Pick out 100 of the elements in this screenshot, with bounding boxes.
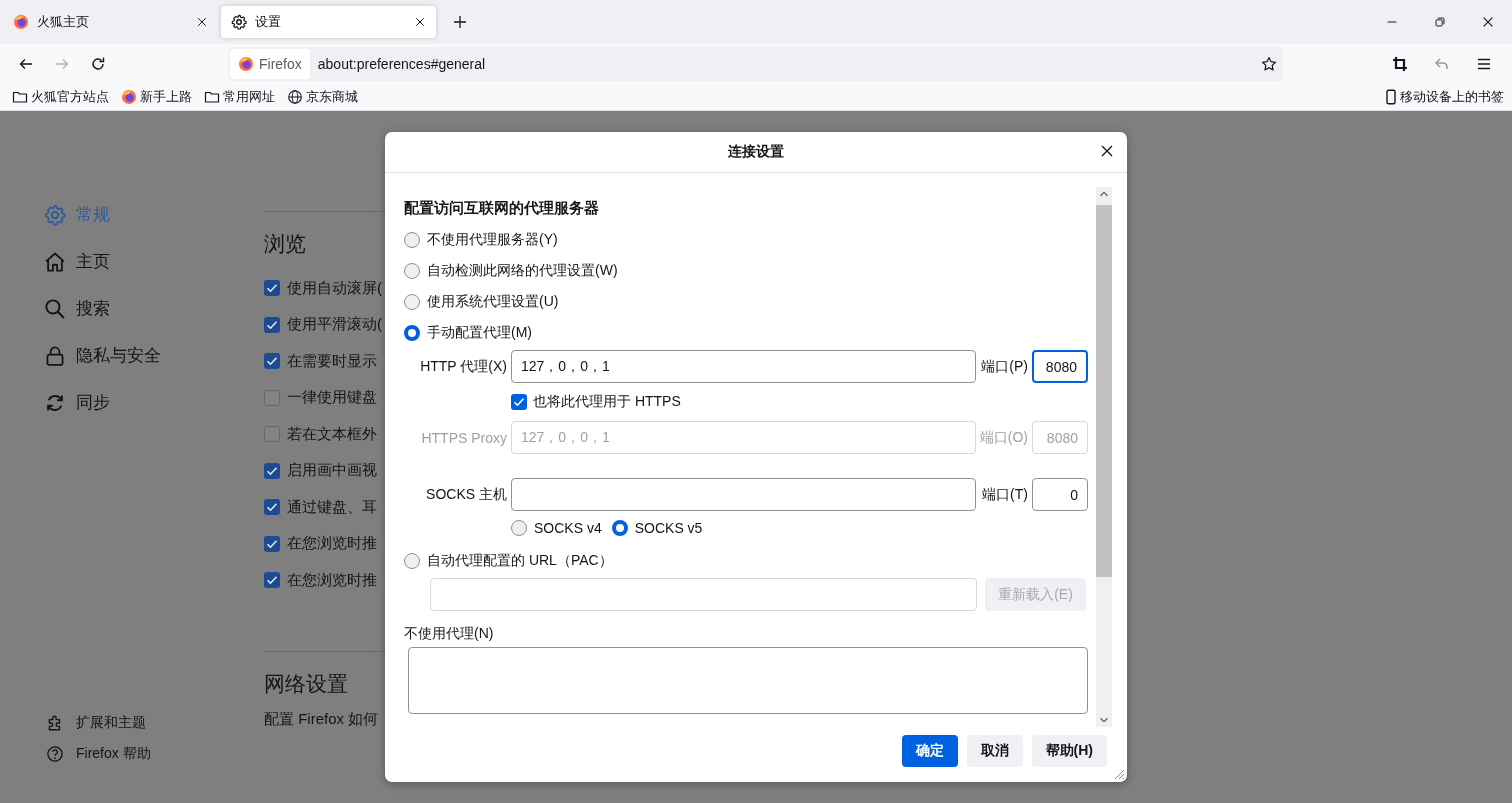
firefox-logo-icon xyxy=(121,89,137,105)
settings-icon xyxy=(44,203,66,226)
browser-tab[interactable]: 设置 xyxy=(221,6,436,38)
search-icon xyxy=(44,297,66,320)
close-icon[interactable] xyxy=(414,16,426,28)
bookmark-item[interactable]: 新手上路 xyxy=(121,88,192,106)
checkbox[interactable] xyxy=(264,353,280,370)
port-field: 8080 xyxy=(1032,421,1088,454)
sidebar-link[interactable]: 扩展和主题 xyxy=(44,714,264,732)
back-arrow-icon xyxy=(18,56,34,72)
browser-tab[interactable]: 火狐主页 xyxy=(3,6,218,38)
port-field[interactable]: 0 xyxy=(1032,478,1088,511)
plus-icon xyxy=(452,14,468,30)
radio-button[interactable] xyxy=(611,520,628,536)
option-label: 使用平滑滚动( xyxy=(287,315,382,335)
bookmark-item[interactable]: 京东商城 xyxy=(287,88,358,106)
folder-icon xyxy=(12,89,28,105)
checkbox[interactable] xyxy=(264,426,280,443)
close-icon[interactable] xyxy=(196,16,208,28)
lock-icon xyxy=(44,344,66,367)
dialog-title: 连接设置 xyxy=(728,143,784,161)
settings-icon xyxy=(231,14,247,30)
checkbox[interactable] xyxy=(264,572,280,589)
radio-button[interactable] xyxy=(404,552,420,569)
option-label: 在需要时显示 xyxy=(287,351,377,371)
star-icon[interactable] xyxy=(1261,56,1277,72)
radio-button[interactable] xyxy=(404,324,420,341)
scrollbar[interactable] xyxy=(1096,187,1112,727)
menu-icon xyxy=(1476,56,1492,72)
section-heading: 网络设置 xyxy=(264,670,348,697)
help-icon xyxy=(46,745,64,763)
text-area[interactable] xyxy=(408,647,1088,714)
section-heading: 浏览 xyxy=(264,231,306,257)
home-icon xyxy=(44,250,66,273)
field-label: 端口(O) xyxy=(979,428,1028,447)
close-icon xyxy=(1099,143,1115,159)
checkbox-label: 也将此代理用于 HTTPS xyxy=(533,393,681,411)
field-label: HTTP 代理(X) xyxy=(419,357,507,376)
field-label: HTTPS Proxy xyxy=(420,429,507,446)
option-label: 启用画中画视 xyxy=(287,461,377,481)
close-button[interactable] xyxy=(1099,143,1115,159)
section-description: 配置 Firefox 如何 xyxy=(264,709,379,729)
sidebar-link[interactable]: Firefox 帮助 xyxy=(44,745,264,763)
url-text: about:preferences#general xyxy=(317,56,487,72)
address-bar[interactable]: Firefox about:preferences#general xyxy=(228,47,1283,81)
firefox-logo-icon xyxy=(238,56,254,72)
bookmark-item[interactable]: 火狐官方站点 xyxy=(12,88,109,106)
globe-icon xyxy=(287,89,303,105)
field-label: 不使用代理(N) xyxy=(404,625,495,643)
reload-button: 重新载入(E) xyxy=(985,578,1086,611)
field-label: SOCKS 主机 xyxy=(425,485,507,504)
sidebar-item[interactable]: 搜索 xyxy=(44,285,264,332)
checkbox[interactable] xyxy=(264,535,280,552)
identity-box[interactable]: Firefox xyxy=(230,49,310,79)
dialog-button[interactable]: 取消 xyxy=(966,735,1023,767)
input-field: 127，0，0，1 xyxy=(511,421,976,454)
radio-button[interactable] xyxy=(404,231,420,248)
checkbox[interactable] xyxy=(511,394,527,410)
radio-button[interactable] xyxy=(511,520,527,536)
option-label: 一律使用键盘 xyxy=(287,388,377,408)
radio-label: 使用系统代理设置(U) xyxy=(427,292,559,311)
option-label: 在您浏览时推 xyxy=(287,570,377,590)
bookmark-item[interactable]: 常用网址 xyxy=(204,88,275,106)
radio-button[interactable] xyxy=(404,262,420,279)
checkbox[interactable] xyxy=(264,280,280,297)
close-icon xyxy=(1481,15,1495,29)
undo-arrow-icon xyxy=(1434,56,1450,72)
sidebar-item[interactable]: 同步 xyxy=(44,379,264,426)
field-label: 端口(P) xyxy=(980,357,1028,376)
dialog-button[interactable]: 确定 xyxy=(901,735,958,767)
option-label: 通过键盘、耳 xyxy=(287,497,377,517)
checkbox[interactable] xyxy=(264,316,280,333)
radio-label: SOCKS v5 xyxy=(634,520,703,536)
sidebar-item[interactable]: 隐私与安全 xyxy=(44,332,264,379)
option-label: 使用自动滚屏( xyxy=(287,278,382,298)
radio-label: 自动代理配置的 URL（PAC） xyxy=(427,551,613,570)
radio-label: 手动配置代理(M) xyxy=(427,323,532,342)
checkbox[interactable] xyxy=(264,462,280,479)
input-field[interactable]: 127，0，0，1 xyxy=(511,350,976,383)
option-label: 在您浏览时推 xyxy=(287,534,377,554)
forward-arrow-icon xyxy=(54,56,70,72)
phone-icon xyxy=(1383,89,1399,105)
identity-label: Firefox xyxy=(259,56,302,72)
option-label: 若在文本框外 xyxy=(287,424,377,444)
firefox-logo-icon xyxy=(13,14,29,30)
mobile-bookmarks-item[interactable]: 移动设备上的书签 xyxy=(1383,88,1504,106)
field-label: 端口(T) xyxy=(981,485,1028,504)
radio-label: 不使用代理服务器(Y) xyxy=(427,230,558,249)
restore-icon xyxy=(1433,15,1447,29)
port-field[interactable]: 8080 xyxy=(1032,350,1088,383)
checkbox[interactable] xyxy=(264,389,280,406)
input-field[interactable] xyxy=(511,478,976,511)
sidebar-item[interactable]: 主页 xyxy=(44,238,264,285)
reload-icon xyxy=(90,56,106,72)
crop-icon xyxy=(1392,56,1408,72)
radio-label: SOCKS v4 xyxy=(534,520,602,536)
checkbox[interactable] xyxy=(264,499,280,516)
radio-button[interactable] xyxy=(404,293,420,310)
radio-label: 自动检测此网络的代理设置(W) xyxy=(427,261,618,280)
dialog-button[interactable]: 帮助(H) xyxy=(1031,735,1107,767)
